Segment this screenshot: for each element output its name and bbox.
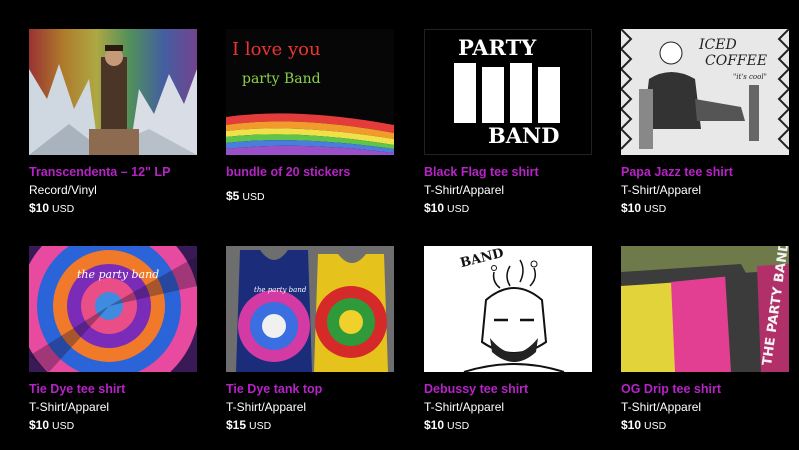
price-currency: USD <box>447 203 470 215</box>
item-price: $5 USD <box>226 189 394 204</box>
merch-item[interactable]: PARTY BAND Black Flag tee shirt T-Shirt/… <box>424 29 592 216</box>
item-title[interactable]: Debussy tee shirt <box>424 382 592 397</box>
price-amount: $10 <box>424 201 445 215</box>
sticker-icon[interactable]: I love you party Band <box>226 29 394 155</box>
item-type: Record/Vinyl <box>29 183 97 197</box>
price-currency: USD <box>52 203 75 215</box>
sticker-line1: I love you <box>232 39 321 60</box>
price-currency: USD <box>249 420 272 432</box>
item-title[interactable]: Tie Dye tank top <box>226 382 394 397</box>
price-currency: USD <box>447 420 470 432</box>
sticker-line2: party Band <box>242 71 321 87</box>
price-amount: $10 <box>29 418 50 432</box>
item-price: $10 USD <box>621 418 789 433</box>
sketch-tag: "it's cool" <box>733 73 767 81</box>
logo-bottom-text: BAND <box>488 123 559 148</box>
item-type: T-Shirt/Apparel <box>29 400 110 414</box>
price-currency: USD <box>644 420 667 432</box>
price-amount: $5 <box>226 189 240 203</box>
item-title[interactable]: Black Flag tee shirt <box>424 165 592 180</box>
logo-top-text: PARTY <box>458 35 537 60</box>
price-amount: $10 <box>621 418 642 432</box>
item-type: T-Shirt/Apparel <box>226 400 307 414</box>
price-amount: $10 <box>29 201 50 215</box>
item-type: T-Shirt/Apparel <box>424 183 505 197</box>
item-price: $15 USD <box>226 418 394 433</box>
merch-item[interactable]: the party band Tie Dye tee shirt T-Shirt… <box>29 246 197 433</box>
shirt-script: the party band <box>77 268 159 281</box>
merch-item[interactable]: THE PARTY BAND OG Drip tee shirt T-Shirt… <box>621 246 789 433</box>
sketch-icon[interactable]: ICED COFFEE "it's cool" <box>621 29 789 155</box>
item-price: $10 USD <box>29 201 197 216</box>
merch-item[interactable]: BAND Debussy tee shirt T-Shirt/Apparel $… <box>424 246 592 433</box>
item-title[interactable]: bundle of 20 stickers <box>226 165 394 180</box>
sketch-line2: COFFEE <box>705 53 767 69</box>
item-price: $10 USD <box>424 201 592 216</box>
shirts-pile-icon[interactable]: THE PARTY BAND <box>621 246 789 372</box>
item-title[interactable]: Transcendenta – 12" LP <box>29 165 197 180</box>
price-amount: $10 <box>424 418 445 432</box>
sketch-line1: ICED <box>698 37 737 53</box>
item-price: $10 USD <box>424 418 592 433</box>
tank-script: the party band <box>254 286 307 294</box>
tie-dye-icon[interactable]: the party band <box>29 246 197 372</box>
tank-top-icon[interactable]: the party band <box>226 246 394 372</box>
merch-grid: Transcendenta – 12" LP Record/Vinyl $10 U… <box>0 0 799 450</box>
merch-item[interactable]: Transcendenta – 12" LP Record/Vinyl $10 U… <box>29 29 197 216</box>
price-currency: USD <box>52 420 75 432</box>
item-price: $10 USD <box>621 201 789 216</box>
item-price: $10 USD <box>29 418 197 433</box>
flag-logo-icon[interactable]: PARTY BAND <box>424 29 592 155</box>
merch-item[interactable]: ICED COFFEE "it's cool" Papa Jazz tee sh… <box>621 29 789 216</box>
portrait-icon[interactable]: BAND <box>424 246 592 372</box>
price-amount: $10 <box>621 201 642 215</box>
collage-icon[interactable] <box>29 29 197 155</box>
price-currency: USD <box>644 203 667 215</box>
price-amount: $15 <box>226 418 247 432</box>
price-currency: USD <box>242 191 265 203</box>
merch-item[interactable]: the party band Tie Dye tank top T-Shirt/… <box>226 246 394 433</box>
item-title[interactable]: OG Drip tee shirt <box>621 382 789 397</box>
item-type: T-Shirt/Apparel <box>621 183 702 197</box>
item-type: T-Shirt/Apparel <box>424 400 505 414</box>
item-type: T-Shirt/Apparel <box>621 400 702 414</box>
merch-item[interactable]: I love you party Band bundle of 20 stick… <box>226 29 394 204</box>
item-title[interactable]: Tie Dye tee shirt <box>29 382 197 397</box>
item-title[interactable]: Papa Jazz tee shirt <box>621 165 789 180</box>
